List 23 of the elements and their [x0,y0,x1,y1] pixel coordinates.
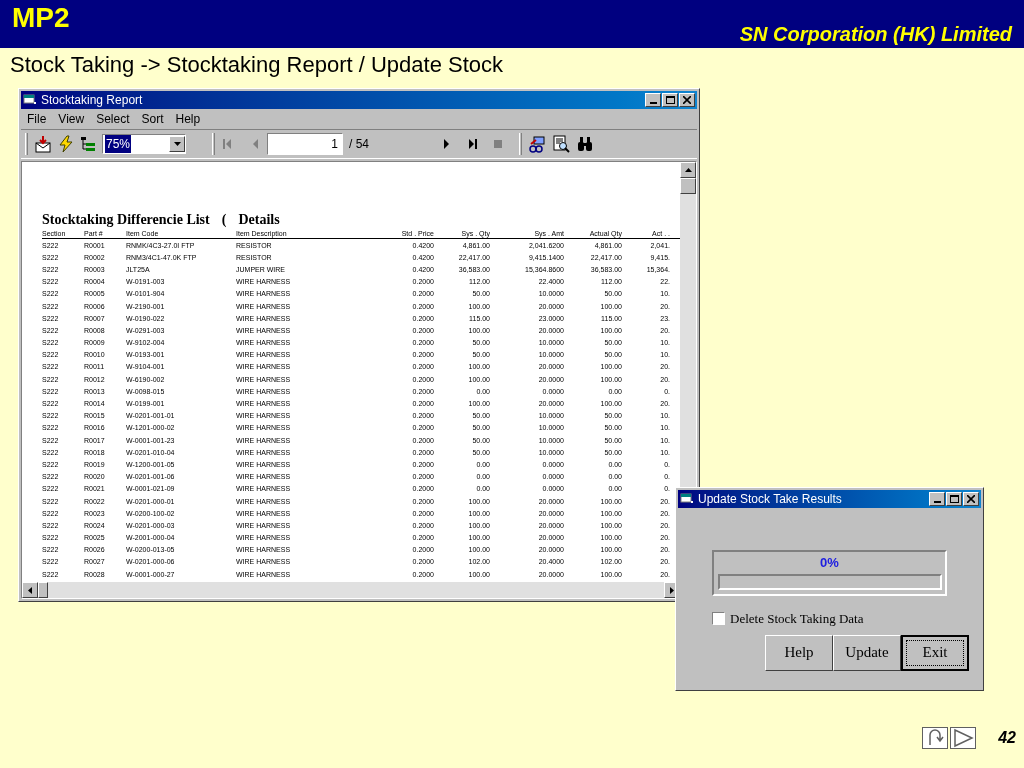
report-title: Stocktaking Differencie List [42,212,210,228]
page-field[interactable]: 1 [267,133,343,155]
page-total: / 54 [349,136,369,153]
slide-subtitle: Stock Taking -> Stocktaking Report / Update Stock [10,51,504,79]
company-name: SN Corporation (HK) Limited [739,22,1012,47]
report-title-paren: ( [221,212,227,228]
window-title: Stocktaking Report [41,92,144,109]
menu-item[interactable]: View [54,110,89,128]
menu-item[interactable]: Help [171,110,205,128]
zoom-combo[interactable]: 75% [102,134,186,154]
menu-item[interactable]: Sort [137,110,168,128]
dialog-button[interactable]: Exit [901,634,969,671]
menu-item[interactable]: Select [92,110,134,128]
dialog-title: Update Stock Take Results [698,491,843,508]
progress-label: 0% [820,555,839,571]
menu-item[interactable]: File [23,110,51,128]
zoom-value: 75% [105,135,132,153]
report-title-detail: Details [238,212,280,228]
page-number: 42 [998,728,1016,748]
dialog-button[interactable]: Update [833,634,901,671]
checkbox-label: Delete Stock Taking Data [730,610,864,628]
dialog-button[interactable]: Help [765,634,833,671]
logo-text: MP2 [12,1,70,35]
